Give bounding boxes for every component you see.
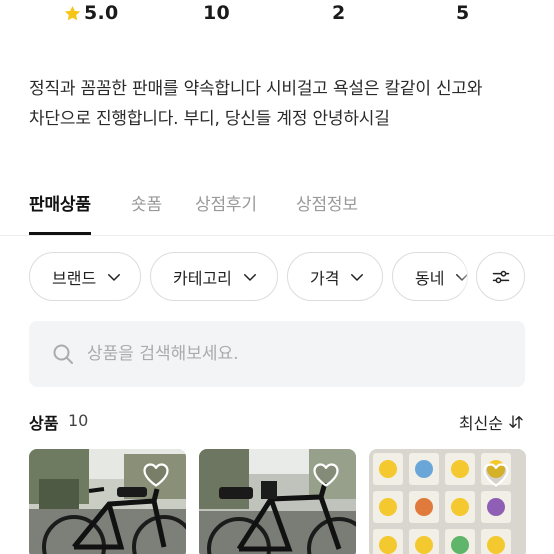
bio-line: 차단으로 진행합니다. 부디, 당신들 계정 안녕하시길 [29,109,390,129]
chevron-down-icon [105,268,123,286]
filter-price-button[interactable]: 가격 [287,252,383,301]
shop-introduction: 정직과 꼼꼼한 판매를 약속합니다 시비걸고 욕설은 칼같이 신고와 차단으로 … [29,74,529,134]
stat-value: 10 [203,2,231,24]
sort-button[interactable]: 최신순 [459,410,525,434]
stat-value: 5 [456,2,470,24]
product-count: 10 [68,411,89,430]
chevron-down-icon [241,268,259,286]
filter-label: 동네 [415,268,445,288]
filter-category-button[interactable]: 카테고리 [150,252,278,301]
heart-icon[interactable] [312,462,340,488]
product-grid [0,449,554,554]
filter-label: 브랜드 [52,268,97,288]
product-search-box[interactable] [29,321,525,387]
heart-icon[interactable] [142,462,170,488]
filter-label: 가격 [310,268,340,288]
chevron-down-icon [348,268,366,286]
product-list-title: 상품 [29,414,59,433]
tab-reviews[interactable]: 상점후기 [195,190,257,235]
heart-icon[interactable] [482,462,510,488]
product-card[interactable] [29,449,186,554]
rating-stat: 5.0 [63,2,119,24]
tab-shortform[interactable]: 숏폼 [131,190,162,235]
tab-shop-info[interactable]: 상점정보 [296,190,358,235]
shop-stats: 5.0 10 2 5 [0,0,554,30]
tab-products[interactable]: 판매상품 [29,190,91,235]
sort-label: 최신순 [458,414,503,433]
filter-bar: 브랜드 카테고리 가격 동네 [0,252,554,302]
search-icon [51,342,75,366]
scroll-fade [456,252,478,302]
product-card[interactable] [369,449,526,554]
filter-label: 카테고리 [173,268,232,288]
sliders-icon [492,270,509,283]
product-card[interactable] [199,449,356,554]
stat-value: 2 [332,2,346,24]
sort-arrows-icon [507,413,525,431]
product-list-header: 상품 10 최신순 [29,410,525,434]
filter-settings-button[interactable] [476,252,525,301]
filter-brand-button[interactable]: 브랜드 [29,252,141,301]
star-icon [63,4,82,23]
rating-value: 5.0 [84,2,119,24]
bio-line: 정직과 꼼꼼한 판매를 약속합니다 시비걸고 욕설은 칼같이 신고와 [29,79,483,99]
search-input[interactable] [87,344,487,364]
shop-tabs: 판매상품 숏폼 상점후기 상점정보 [0,188,554,236]
